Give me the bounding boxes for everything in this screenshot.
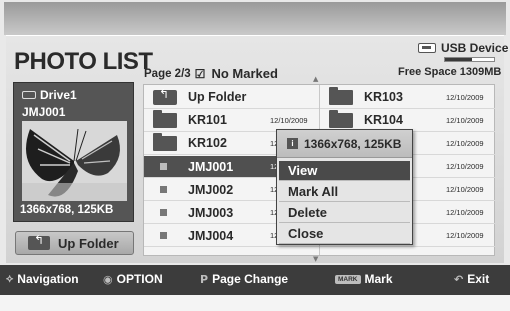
checkbox-icon: ☑ <box>194 66 206 81</box>
popup-header: i 1366x768, 125KB <box>277 130 412 158</box>
folder-icon <box>153 132 177 151</box>
navigation-icon: ⟡ <box>6 272 14 285</box>
list-item-date: 12/10/2009 <box>446 231 484 241</box>
up-folder-icon <box>28 233 50 250</box>
page-title: PHOTO LIST <box>14 48 153 75</box>
list-item-name: JMJ002 <box>188 182 234 197</box>
drive-line: Drive1 <box>22 88 77 102</box>
option-icon: ◉ <box>103 272 113 286</box>
page-indicator: Page 2/3 <box>144 67 191 80</box>
scroll-up-icon[interactable]: ▲ <box>313 75 318 83</box>
list-item-name: JMJ003 <box>188 205 234 220</box>
footer-mark-label: Mark <box>364 272 393 286</box>
list-item-name: KR101 <box>188 113 227 128</box>
footer-page-change: P Page Change <box>200 272 288 286</box>
footer-navigation-label: Navigation <box>17 272 79 286</box>
tv-screen: PHOTO LIST Page 2/3 ☑ No Marked USB Devi… <box>0 0 510 311</box>
list-item-name: JMJ004 <box>188 228 234 243</box>
footer-mark: MARK Mark <box>335 272 393 286</box>
usb-icon <box>418 43 436 53</box>
photo-file-icon <box>153 159 177 174</box>
footer-bar: ⟡ Navigation ◉ OPTION P Page Change MARK… <box>0 265 510 295</box>
menu-item-delete[interactable]: Delete <box>279 203 410 223</box>
scroll-down-icon[interactable]: ▼ <box>313 255 318 263</box>
list-item[interactable]: KR103 12/10/2009 <box>320 86 495 109</box>
exit-icon: ↶ <box>454 272 464 286</box>
preview-file-name: JMJ001 <box>22 105 66 119</box>
preview-pane: Drive1 JMJ001 1366x768, 125KB <box>13 82 134 222</box>
footer-page-change-label: Page Change <box>212 272 289 286</box>
folder-icon <box>329 86 353 105</box>
list-item-date: 12/10/2009 <box>446 185 484 195</box>
menu-item-mark-all[interactable]: Mark All <box>279 182 410 202</box>
drive-label: Drive1 <box>40 88 77 102</box>
list-item-date: 12/10/2009 <box>446 162 484 172</box>
top-band <box>4 2 506 35</box>
footer-exit-label: Exit <box>467 272 490 286</box>
footer-navigation: ⟡ Navigation <box>6 272 79 286</box>
option-popup: i 1366x768, 125KB View Mark All Delete C… <box>276 129 413 245</box>
popup-header-text: 1366x768, 125KB <box>304 136 402 151</box>
butterfly-image <box>22 121 127 201</box>
footer-option-label: OPTION <box>116 272 163 286</box>
footer-exit: ↶ Exit <box>454 272 489 286</box>
drive-icon <box>22 91 36 99</box>
mark-status: No Marked <box>211 66 278 81</box>
folder-icon <box>329 109 353 128</box>
list-item-name: KR103 <box>364 90 403 105</box>
list-item[interactable]: Up Folder <box>144 87 319 109</box>
menu-item-view[interactable]: View <box>279 161 410 181</box>
list-item-date: 12/10/2009 <box>446 208 484 218</box>
list-item-name: KR104 <box>364 113 403 128</box>
usb-usage-bar <box>444 57 495 62</box>
list-item-name: Up Folder <box>188 90 247 105</box>
page-change-icon: P <box>200 272 209 286</box>
list-item-date: 12/10/2009 <box>270 115 308 125</box>
photo-file-icon <box>153 228 177 243</box>
up-folder-button[interactable]: Up Folder <box>15 231 134 255</box>
list-item-date: 12/10/2009 <box>446 92 484 102</box>
photo-thumbnail <box>22 121 127 201</box>
page-info: Page 2/3 ☑ No Marked <box>144 66 278 81</box>
free-space: Free Space 1309MB <box>398 66 502 78</box>
list-item-date: 12/10/2009 <box>446 138 484 148</box>
usb-usage-fill <box>445 58 472 61</box>
up-folder-button-label: Up Folder <box>58 235 119 251</box>
list-item-name: JMJ001 <box>188 159 234 174</box>
up-folder-icon <box>153 87 177 105</box>
folder-icon <box>153 109 177 128</box>
photo-file-icon <box>153 182 177 197</box>
footer-option: ◉ OPTION <box>103 272 163 286</box>
bottom-strip <box>0 295 510 311</box>
menu-item-close[interactable]: Close <box>279 224 410 244</box>
info-icon: i <box>287 138 298 149</box>
photo-file-icon <box>153 205 177 220</box>
preview-resolution: 1366x768, 125KB <box>20 204 114 216</box>
usb-device-label: USB Device <box>441 41 509 55</box>
list-item-date: 12/10/2009 <box>446 115 484 125</box>
list-item-name: KR102 <box>188 136 227 151</box>
mark-badge-icon: MARK <box>335 274 361 284</box>
